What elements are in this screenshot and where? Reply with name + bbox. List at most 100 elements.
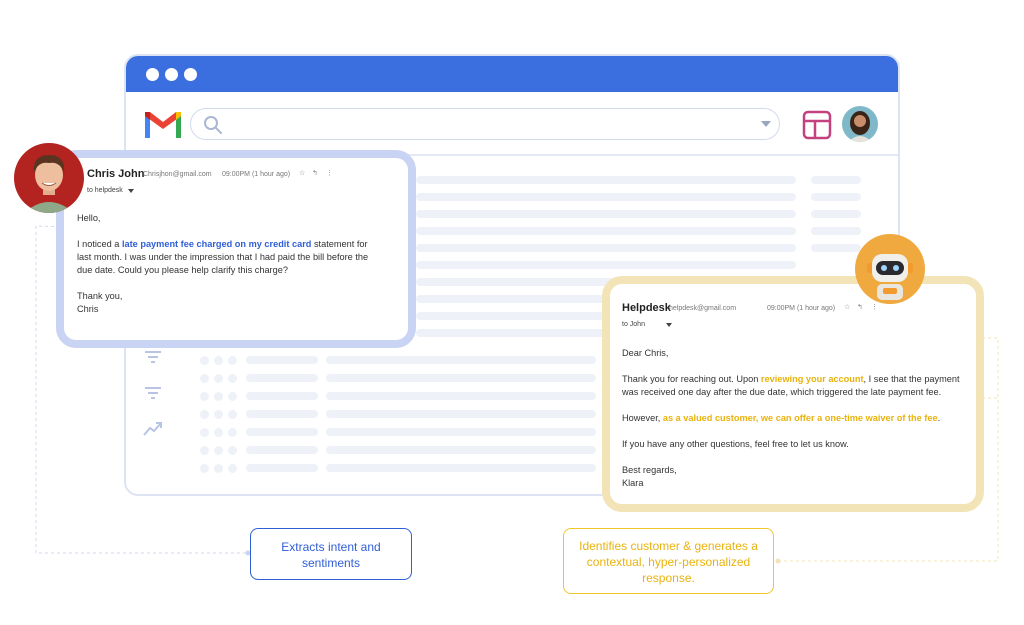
reply-icon[interactable]: ↰ — [312, 169, 318, 177]
list-item-dot — [200, 356, 209, 365]
list-item — [246, 410, 318, 418]
reply-email-card[interactable]: Helpdesk helpdesk@gmail.com 09:00PM (1 h… — [602, 276, 984, 512]
window-dot-icon[interactable] — [165, 68, 178, 81]
list-item — [326, 446, 596, 454]
body-text: Thank you for reaching out. Upon — [622, 374, 761, 384]
email-greeting: Hello, — [77, 213, 101, 223]
list-item-dot — [200, 446, 209, 455]
star-icon[interactable]: ☆ — [299, 169, 305, 177]
sender-email: Chrisjhon@gmail.com — [143, 171, 212, 178]
filter-icon[interactable] — [142, 382, 164, 404]
list-item-dot — [214, 392, 223, 401]
more-icon[interactable]: ⋮ — [326, 169, 333, 177]
customer-avatar — [14, 143, 84, 213]
response-callout: Identifies customer & generates a contex… — [563, 528, 774, 594]
list-item — [246, 374, 318, 382]
list-item — [811, 176, 861, 184]
body-text: I noticed a — [77, 239, 122, 249]
email-signature: Klara — [622, 478, 644, 488]
email-greeting: Dear Chris, — [622, 348, 669, 358]
list-item-dot — [200, 410, 209, 419]
list-item-dot — [228, 392, 237, 401]
star-icon[interactable]: ☆ — [844, 303, 850, 311]
email-paragraph: I noticed a late payment fee charged on … — [77, 238, 377, 277]
list-item — [326, 374, 596, 382]
list-item — [326, 410, 596, 418]
mail-toolbar — [126, 92, 898, 156]
offer-highlight: as a valued customer, we can offer a one… — [662, 413, 938, 423]
search-icon[interactable] — [203, 115, 223, 135]
list-item-dot — [200, 464, 209, 473]
list-item — [246, 392, 318, 400]
email-paragraph: If you have any other questions, feel fr… — [622, 439, 849, 449]
list-item — [416, 193, 796, 201]
search-input[interactable] — [190, 108, 780, 140]
list-item-dot — [200, 428, 209, 437]
list-item-dot — [228, 410, 237, 419]
list-item — [811, 227, 861, 235]
user-avatar[interactable] — [842, 106, 878, 142]
intent-callout: Extracts intent and sentiments — [250, 528, 412, 580]
layout-icon[interactable] — [802, 110, 832, 140]
list-item-dot — [214, 428, 223, 437]
sender-name: Chris John — [87, 168, 145, 180]
list-item-dot — [214, 356, 223, 365]
chevron-down-icon[interactable] — [128, 189, 134, 193]
list-item — [416, 176, 796, 184]
list-item-dot — [200, 374, 209, 383]
list-item — [246, 446, 318, 454]
sender-name: Helpdesk — [622, 302, 671, 314]
list-item — [416, 261, 796, 269]
list-item — [811, 244, 861, 252]
list-item — [811, 193, 861, 201]
list-item — [326, 428, 596, 436]
window-dot-icon[interactable] — [184, 68, 197, 81]
list-item-dot — [214, 446, 223, 455]
customer-email-card[interactable]: Chris John Chrisjhon@gmail.com 09:00PM (… — [56, 150, 416, 348]
recipient: to helpdesk — [87, 187, 123, 194]
list-item-dot — [200, 392, 209, 401]
email-body: Dear Chris, Thank you for reaching out. … — [622, 347, 972, 490]
email-signature: Chris — [77, 304, 99, 314]
chevron-down-icon[interactable] — [666, 323, 672, 327]
email-body: Hello, I noticed a late payment fee char… — [77, 212, 377, 316]
list-item — [246, 464, 318, 472]
email-time: 09:00PM (1 hour ago) — [222, 171, 291, 178]
reply-icon[interactable]: ↰ — [857, 303, 863, 311]
list-item-dot — [214, 410, 223, 419]
list-item-dot — [214, 464, 223, 473]
list-item-dot — [214, 374, 223, 383]
list-item-dot — [228, 374, 237, 383]
body-text: However, — [622, 413, 663, 423]
account-highlight: reviewing your account — [760, 374, 864, 384]
list-item — [246, 356, 318, 364]
email-closing: Thank you, — [77, 291, 123, 301]
intent-highlight: late payment fee charged on my credit ca… — [121, 239, 312, 249]
list-item-dot — [228, 446, 237, 455]
email-closing: Best regards, — [622, 465, 677, 475]
email-paragraph: Thank you for reaching out. Upon reviewi… — [622, 373, 972, 399]
window-titlebar — [126, 56, 898, 92]
trend-icon[interactable] — [142, 418, 164, 440]
window-dot-icon[interactable] — [146, 68, 159, 81]
recipient: to John — [622, 321, 645, 328]
list-item-dot — [228, 356, 237, 365]
gmail-logo[interactable] — [142, 108, 184, 140]
email-time: 09:00PM (1 hour ago) — [767, 305, 836, 312]
email-paragraph: However, as a valued customer, we can of… — [622, 412, 972, 425]
list-item — [246, 428, 318, 436]
body-text: . — [937, 413, 941, 423]
list-item — [416, 227, 796, 235]
list-item — [416, 244, 796, 252]
more-icon[interactable]: ⋮ — [871, 303, 878, 311]
sender-email: helpdesk@gmail.com — [669, 305, 737, 312]
list-item — [326, 392, 596, 400]
robot-avatar — [855, 234, 925, 304]
list-item — [811, 210, 861, 218]
list-item — [326, 356, 596, 364]
chevron-down-icon[interactable] — [761, 121, 771, 127]
list-item-dot — [228, 464, 237, 473]
filter-icon[interactable] — [142, 346, 164, 368]
list-item — [416, 210, 796, 218]
list-item — [326, 464, 596, 472]
